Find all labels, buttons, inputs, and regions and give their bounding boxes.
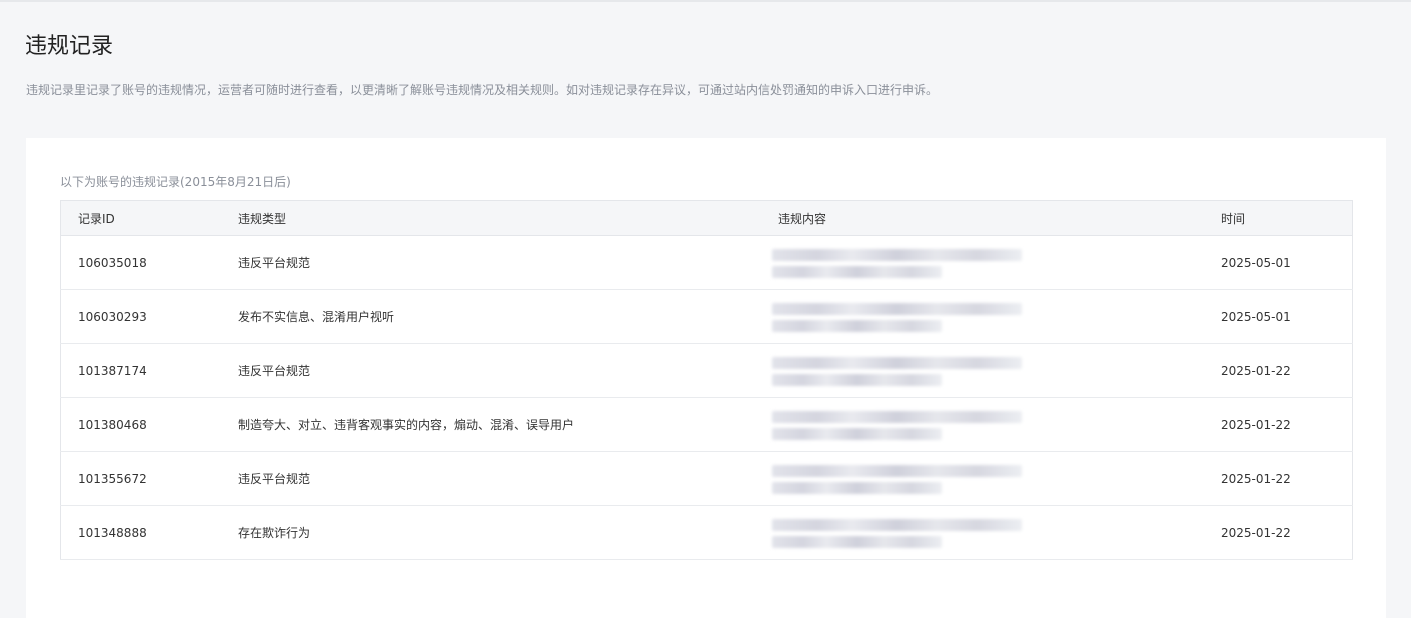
blurred-text-line [772,302,1022,315]
blurred-text-line [772,248,1022,261]
record-time: 2025-01-22 [1221,343,1353,398]
record-id: 101355672 [60,451,238,506]
top-divider [0,0,1411,2]
record-id: 101380468 [60,397,238,452]
record-time: 2025-05-01 [1221,235,1353,290]
table-row: 101355672 违反平台规范 2025-01-22 [60,451,1353,506]
blurred-text-line [772,481,942,494]
record-time: 2025-01-22 [1221,451,1353,506]
blurred-text-line [772,535,942,548]
records-card: 以下为账号的违规记录(2015年8月21日后) 记录ID 违规类型 违规内容 时… [26,138,1386,618]
violation-content-blurred [772,397,1221,452]
blurred-text-line [772,518,1022,531]
violation-type: 违反平台规范 [238,235,778,290]
table-header-row: 记录ID 违规类型 违规内容 时间 [60,200,1353,236]
column-header-content: 违规内容 [778,200,1221,236]
violation-type: 制造夸大、对立、违背客观事实的内容，煽动、混淆、误导用户 [238,397,778,452]
violation-content-blurred [772,505,1221,560]
violation-content-blurred [772,343,1221,398]
violation-content-blurred [772,289,1221,344]
record-id: 101387174 [60,343,238,398]
blurred-content [772,293,1034,341]
column-header-type: 违规类型 [238,200,778,236]
violation-type: 发布不实信息、混淆用户视听 [238,289,778,344]
column-header-time: 时间 [1221,200,1353,236]
page-title: 违规记录 [25,34,114,59]
table-caption: 以下为账号的违规记录(2015年8月21日后) [60,175,291,189]
blurred-text-line [772,319,942,332]
blurred-content [772,347,1034,395]
blurred-content [772,401,1034,449]
blurred-text-line [772,427,942,440]
table-row: 101348888 存在欺诈行为 2025-01-22 [60,505,1353,560]
record-id: 106035018 [60,235,238,290]
blurred-text-line [772,373,942,386]
violation-type: 违反平台规范 [238,451,778,506]
record-time: 2025-01-22 [1221,397,1353,452]
blurred-content [772,455,1034,503]
column-header-id: 记录ID [60,200,238,236]
blurred-text-line [772,464,1022,477]
table-row: 106030293 发布不实信息、混淆用户视听 2025-05-01 [60,289,1353,344]
blurred-text-line [772,410,1022,423]
record-id: 106030293 [60,289,238,344]
violation-type: 违反平台规范 [238,343,778,398]
table-row: 101380468 制造夸大、对立、违背客观事实的内容，煽动、混淆、误导用户 202… [60,397,1353,452]
page-description: 违规记录里记录了账号的违规情况，运营者可随时进行查看，以更清晰了解账号违规情况及… [26,83,939,97]
record-id: 101348888 [60,505,238,560]
record-time: 2025-01-22 [1221,505,1353,560]
violation-content-blurred [772,451,1221,506]
violation-type: 存在欺诈行为 [238,505,778,560]
record-time: 2025-05-01 [1221,289,1353,344]
table-row: 106035018 违反平台规范 2025-05-01 [60,235,1353,290]
blurred-text-line [772,265,942,278]
violation-records-table: 记录ID 违规类型 违规内容 时间 106035018 违反平台规范 2025-05… [60,200,1353,560]
blurred-text-line [772,356,1022,369]
blurred-content [772,509,1034,557]
blurred-content [772,239,1034,287]
table-row: 101387174 违反平台规范 2025-01-22 [60,343,1353,398]
violation-content-blurred [772,235,1221,290]
